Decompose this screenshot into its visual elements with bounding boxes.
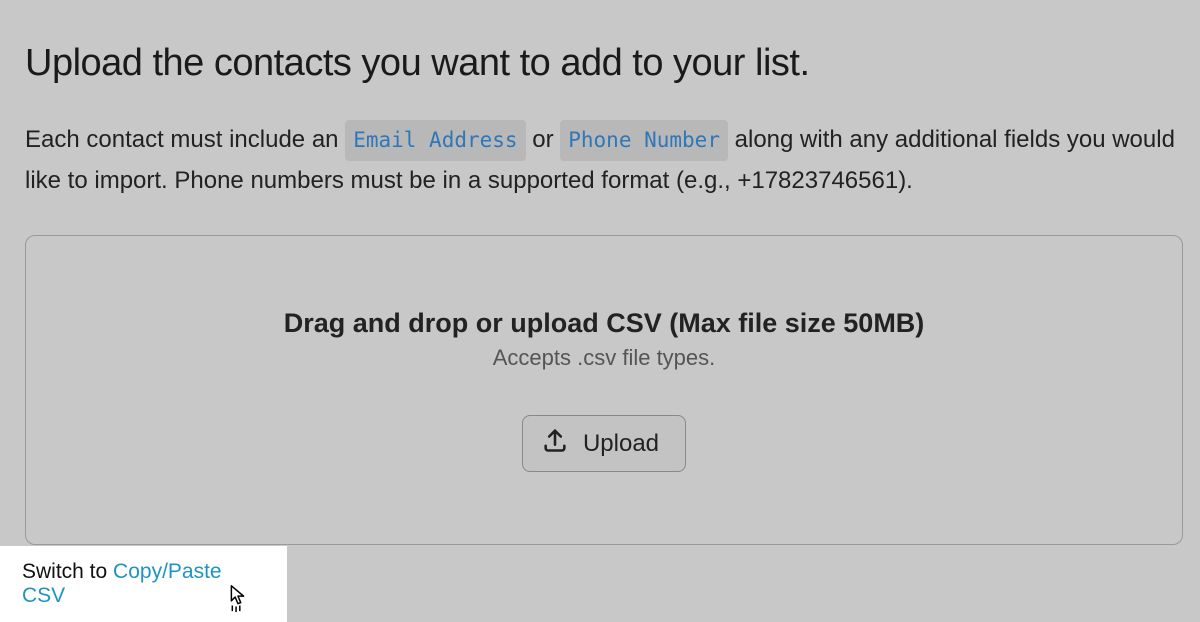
instructions-pre: Each contact must include an	[25, 126, 345, 153]
dropzone-subtitle: Accepts .csv file types.	[493, 345, 716, 371]
upload-icon	[541, 426, 569, 461]
phone-chip: Phone Number	[560, 120, 728, 161]
page-title: Upload the contacts you want to add to y…	[25, 42, 810, 85]
file-dropzone[interactable]: Drag and drop or upload CSV (Max file si…	[25, 235, 1183, 545]
instructions-mid: or	[532, 126, 560, 153]
upload-button[interactable]: Upload	[522, 415, 686, 472]
switch-prefix: Switch to	[22, 560, 113, 583]
cursor-icon	[222, 583, 252, 618]
dropzone-title: Drag and drop or upload CSV (Max file si…	[284, 308, 925, 339]
switch-mode-panel: Switch to Copy/Paste CSV	[0, 546, 287, 622]
email-chip: Email Address	[345, 120, 525, 161]
instructions-text: Each contact must include an Email Addre…	[25, 120, 1180, 200]
upload-button-label: Upload	[583, 430, 659, 458]
